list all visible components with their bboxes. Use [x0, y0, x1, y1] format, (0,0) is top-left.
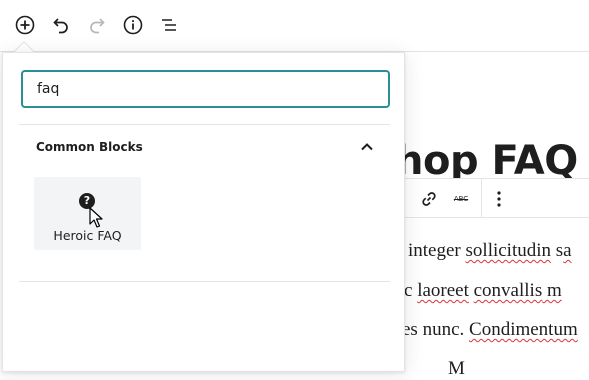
panel-title: Common Blocks — [36, 140, 143, 154]
chevron-up-icon — [361, 143, 373, 151]
content-info-button[interactable] — [118, 10, 148, 40]
body-line-1[interactable]: integer sollicitudin sa — [408, 240, 572, 262]
divider — [19, 124, 390, 125]
more-options-icon — [497, 191, 501, 207]
link-icon — [422, 192, 436, 206]
body-line-4[interactable]: M — [448, 358, 465, 380]
block-item-label: Heroic FAQ — [53, 228, 122, 243]
format-toolbar: ABC — [395, 178, 589, 218]
redo-icon — [90, 18, 105, 34]
link-button[interactable] — [415, 185, 443, 213]
strikethrough-button[interactable]: ABC — [447, 185, 475, 213]
block-navigation-button[interactable] — [154, 10, 184, 40]
add-block-button[interactable] — [10, 10, 40, 40]
block-item-heroic-faq[interactable]: ? Heroic FAQ — [34, 177, 141, 250]
plus-circle-icon — [15, 15, 35, 35]
redo-button[interactable] — [82, 10, 112, 40]
body-line-3[interactable]: es nunc. Condimentum — [402, 319, 578, 341]
more-options-button[interactable] — [485, 185, 513, 213]
toolbar-separator — [481, 179, 482, 217]
block-search-input[interactable] — [21, 70, 390, 108]
list-icon — [162, 19, 176, 31]
info-icon — [123, 15, 143, 35]
mouse-pointer-icon — [89, 207, 103, 228]
strikethrough-icon: ABC — [453, 195, 469, 203]
undo-button[interactable] — [46, 10, 76, 40]
divider — [19, 281, 390, 282]
top-toolbar — [0, 0, 589, 52]
block-inserter-popover: Common Blocks ? Heroic FAQ — [2, 52, 405, 372]
undo-icon — [53, 18, 68, 34]
body-line-2[interactable]: c laoreet convallis m — [404, 280, 562, 302]
collapse-panel-button[interactable] — [357, 137, 377, 157]
